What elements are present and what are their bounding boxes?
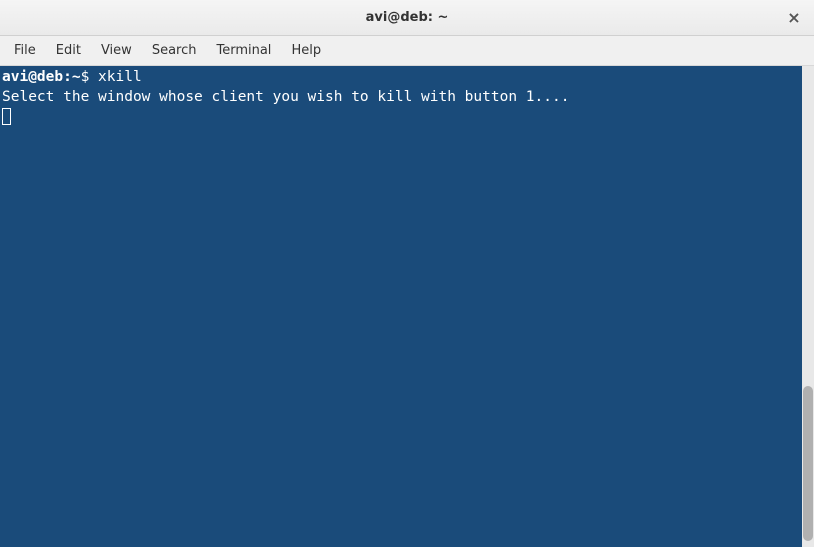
prompt-symbol: $ [81,69,90,85]
close-button[interactable]: × [784,8,804,28]
menu-terminal[interactable]: Terminal [206,39,281,62]
command-text: xkill [98,69,142,85]
terminal-output: Select the window whose client you wish … [2,88,800,108]
prompt-user-host: avi@deb [2,69,63,85]
prompt-path: ~ [72,69,81,85]
prompt-colon: : [63,69,72,85]
menubar: File Edit View Search Terminal Help [0,36,814,66]
scrollbar[interactable] [802,66,814,547]
menu-search[interactable]: Search [142,39,207,62]
menu-view[interactable]: View [91,39,142,62]
terminal[interactable]: avi@deb:~$ xkillSelect the window whose … [0,66,802,547]
terminal-container: avi@deb:~$ xkillSelect the window whose … [0,66,814,547]
terminal-prompt-line: avi@deb:~$ xkill [2,68,800,88]
close-icon: × [787,8,800,27]
titlebar: avi@deb: ~ × [0,0,814,36]
menu-file[interactable]: File [4,39,46,62]
cursor-line [2,107,800,128]
menu-edit[interactable]: Edit [46,39,91,62]
window-title: avi@deb: ~ [366,10,449,25]
menu-help[interactable]: Help [281,39,331,62]
scrollbar-thumb[interactable] [803,386,813,541]
cursor-icon [2,108,11,125]
